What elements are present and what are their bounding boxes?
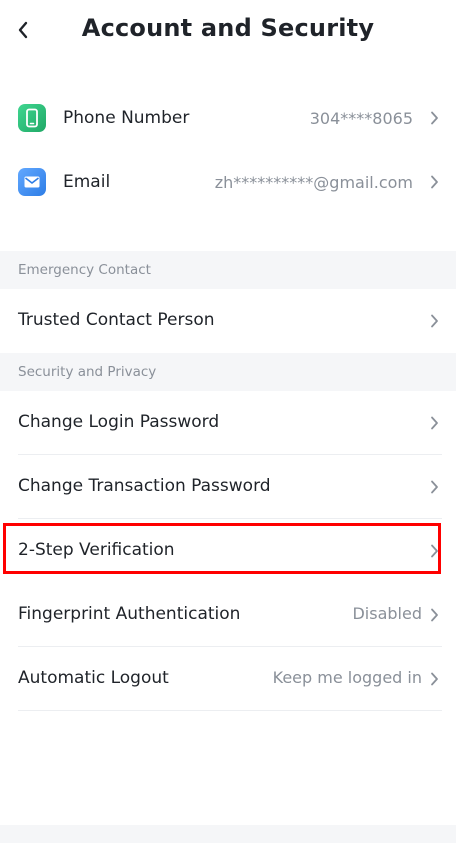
section-header-emergency-contact: Emergency Contact — [0, 251, 456, 289]
menu-item-label: Change Transaction Password — [18, 476, 271, 496]
chevron-right-icon — [429, 110, 439, 126]
menu-item-label: Change Login Password — [18, 412, 220, 432]
menu-item-label: 2-Step Verification — [18, 540, 175, 560]
menu-item-label: Automatic Logout — [18, 668, 169, 688]
menu-item-label: Trusted Contact Person — [18, 310, 215, 330]
page-title: Account and Security — [81, 14, 375, 42]
bottom-background-strip — [0, 825, 456, 843]
header: Account and Security — [0, 0, 456, 62]
account-security-screen: Account and Security Phone Number 304***… — [0, 0, 456, 843]
row-divider — [18, 710, 442, 711]
chevron-right-icon — [429, 415, 439, 431]
section-header-security-privacy: Security and Privacy — [0, 353, 456, 391]
chevron-right-icon — [429, 313, 439, 329]
two-step-verification-row[interactable]: 2-Step Verification — [0, 519, 456, 583]
email-icon — [18, 168, 46, 196]
chevron-right-icon — [429, 174, 439, 190]
phone-number-row[interactable]: Phone Number 304****8065 — [0, 86, 456, 150]
email-value: zh**********@gmail.com — [214, 172, 413, 192]
change-login-password-row[interactable]: Change Login Password — [0, 391, 456, 455]
automatic-logout-row[interactable]: Automatic Logout Keep me logged in — [0, 647, 456, 711]
chevron-right-icon — [429, 671, 439, 687]
chevron-right-icon — [429, 607, 439, 623]
section-title: Emergency Contact — [18, 262, 151, 278]
automatic-logout-value: Keep me logged in — [272, 668, 422, 687]
menu-item-label: Fingerprint Authentication — [18, 604, 241, 624]
fingerprint-authentication-row[interactable]: Fingerprint Authentication Disabled — [0, 583, 456, 647]
fingerprint-status-value: Disabled — [352, 604, 422, 623]
phone-icon — [18, 104, 46, 132]
change-transaction-password-row[interactable]: Change Transaction Password — [0, 455, 456, 519]
phone-number-value: 304****8065 — [309, 108, 413, 128]
section-title: Security and Privacy — [18, 364, 157, 380]
phone-number-label: Phone Number — [63, 108, 190, 128]
chevron-right-icon — [429, 543, 439, 559]
email-label: Email — [63, 172, 111, 192]
chevron-right-icon — [429, 479, 439, 495]
trusted-contact-person-row[interactable]: Trusted Contact Person — [0, 289, 456, 353]
email-row[interactable]: Email zh**********@gmail.com — [0, 150, 456, 214]
